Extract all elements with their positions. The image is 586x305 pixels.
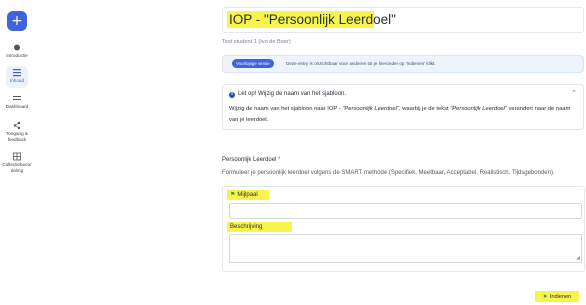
submit-label: Indienen — [549, 294, 572, 300]
bars-icon — [13, 96, 21, 100]
sidebar-item-label: Toegang & feedback — [6, 131, 28, 142]
sidebar-item-collectiebeoordeling[interactable]: Collectiebeoordeling — [0, 152, 34, 173]
field-label-text: Persoonlijk Leerdoel — [222, 157, 277, 163]
info-icon: i — [229, 92, 235, 98]
description-label: Beschrijving — [227, 222, 292, 232]
notice-text: , waarbij je de tekst — [398, 106, 451, 112]
notice-text-em: "Persoonlijk Leerdoel" — [450, 106, 507, 112]
share-icon — [13, 121, 21, 130]
main-content: IOP - "Persoonlijk Leerdoel" Test studen… — [222, 0, 585, 305]
resize-handle-icon[interactable]: ◢ — [576, 256, 580, 261]
circle-dot-icon — [14, 44, 20, 51]
milestone-label-text: Mijlpaal — [237, 192, 258, 198]
flag-icon: ⚑ — [230, 191, 236, 198]
sidebar-item-label: Collectiebeoordeling — [2, 162, 32, 173]
field-help: Formuleer je persoonlijk leerdoel volgen… — [222, 170, 555, 176]
list-icon — [13, 69, 21, 77]
notice-text-em: "Persoonlijk Leerdoel" — [342, 106, 399, 112]
table-icon — [13, 152, 21, 161]
status-text: Deze entry is onzichtbaar voor anderen t… — [286, 61, 436, 66]
milestone-label: ⚑ Mijlpaal — [227, 190, 269, 200]
milestone-input[interactable] — [229, 203, 582, 219]
sidebar-item-toegang-feedback[interactable]: Toegang & feedback — [0, 121, 34, 142]
description-textarea[interactable]: ◢ — [229, 234, 582, 263]
status-badge: Voorlopige versie — [232, 59, 274, 68]
notice-heading-text: Let op! Wijzig de naam van het sjabloon. — [238, 91, 347, 97]
page-title[interactable]: IOP - "Persoonlijk Leerdoel" — [227, 11, 396, 28]
sidebar-item-introductie[interactable]: Introductie — [0, 43, 34, 59]
sidebar: + Introductie Inhoud Dashboard Toegang &… — [0, 0, 34, 305]
notice-panel: i Let op! Wijzig de naam van het sjabloon… — [222, 84, 584, 130]
notice-text: Wijzig de naam van het sjabloon naar IOP… — [229, 106, 343, 112]
notice-heading[interactable]: i Let op! Wijzig de naam van het sjabloon… — [229, 90, 346, 98]
author-name: Test student 1 (Ivo de Boer) — [222, 39, 291, 45]
status-bar: Voorlopige versie Deze entry is onzichtb… — [222, 55, 584, 73]
required-mark: * — [278, 157, 281, 163]
sidebar-item-label: Introductie — [6, 53, 28, 58]
chevron-up-icon[interactable]: ⌃ — [571, 89, 577, 97]
field-label: Persoonlijk Leerdoel * — [222, 156, 280, 164]
notice-body: Wijzig de naam van het sjabloon naar IOP… — [229, 104, 579, 126]
send-icon: ➤ — [542, 293, 548, 300]
sidebar-item-label: Inhoud — [9, 78, 25, 83]
add-button[interactable]: + — [7, 11, 27, 31]
sidebar-item-label: Dashboard — [5, 104, 29, 109]
submit-button[interactable]: ➤ Indienen — [535, 291, 579, 302]
sidebar-item-inhoud[interactable]: Inhoud — [0, 68, 34, 84]
sidebar-item-dashboard[interactable]: Dashboard — [0, 94, 34, 110]
